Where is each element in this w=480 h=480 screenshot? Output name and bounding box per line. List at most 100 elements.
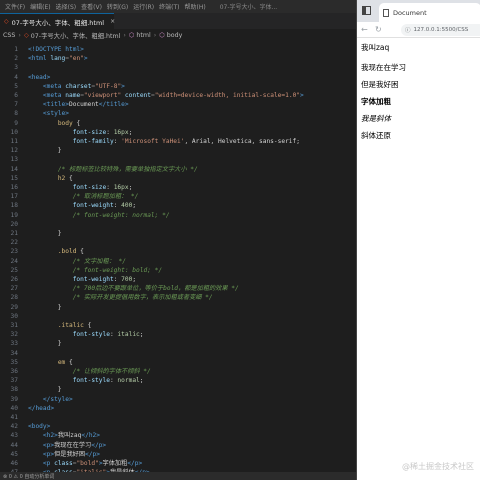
code-token: ; [128, 128, 133, 136]
code-text: } [28, 146, 62, 155]
code-token: font-size [72, 128, 107, 136]
address-bar-row: ← ↻ ⓘ 127.0.0.1:5500/CSS [357, 22, 480, 38]
refresh-icon[interactable]: ↻ [375, 25, 382, 34]
code-line: 28 /* 实际开发更提倡用数字，表示加粗或者变细 */ [0, 293, 356, 302]
code-token: { [76, 248, 84, 256]
code-text: /* 文字加粗： */ [28, 257, 126, 266]
browser-tab[interactable]: Document [379, 3, 480, 22]
code-token: </style> [42, 395, 73, 403]
code-text: } [28, 385, 62, 394]
breadcrumb-folder[interactable]: CSS [3, 32, 15, 39]
code-token: 我叫zaq [57, 432, 82, 440]
line-number: 28 [10, 294, 18, 302]
code-token: 我现在在学习 [54, 441, 92, 449]
code-text: h2 { [28, 174, 73, 183]
code-editor[interactable]: 1 <!DOCTYPE html> 2 <html lang="en"> 3 4 <head… [0, 42, 356, 472]
code-line: 43 <h2>我叫zaq</h2> [0, 431, 356, 440]
code-line: 12 } [0, 146, 356, 155]
line-number: 21 [10, 230, 18, 237]
code-line: 25 /* font-weight: bold; */ [0, 266, 356, 275]
back-icon[interactable]: ← [361, 25, 368, 34]
code-token: : [106, 128, 114, 136]
code-line: 38 } [0, 385, 356, 394]
browser-window: Document ← ↻ ⓘ 127.0.0.1:5500/CSS 我叫zaq 我… [356, 0, 480, 480]
editor-tab-label: 07-字号大小、字体、粗细.html [11, 18, 105, 27]
code-token: charset [61, 82, 92, 90]
code-text: body { [28, 119, 80, 128]
code-text: .italic { [28, 321, 92, 330]
element-icon: ⬡ [128, 32, 135, 39]
line-number: 29 [10, 303, 18, 311]
breadcrumb-file[interactable]: 07-字号大小、字体、粗细.html [31, 31, 121, 40]
code-token: /* 让倾斜的字体不倾斜 */ [72, 368, 151, 375]
menu-item[interactable]: 帮助(H) [184, 2, 205, 11]
rendered-text: 我是斜体 [361, 114, 391, 123]
line-number: 8 [14, 110, 18, 118]
code-token: <style> [42, 110, 69, 118]
menu-item[interactable]: 文件(F) [5, 2, 25, 11]
code-line: 13 [0, 155, 356, 164]
code-token: /* font-weight: normal; */ [72, 211, 170, 219]
menu-item[interactable]: 终端(T) [159, 2, 179, 11]
line-number: 37 [10, 377, 18, 385]
code-line: 27 /* 700后边不要跟单位，等价于bold，都是加粗的效果 */ [0, 284, 356, 293]
code-text: /* 700后边不要跟单位，等价于bold，都是加粗的效果 */ [28, 284, 239, 293]
code-line: 17 /* 取消标题加粗： */ [0, 192, 356, 201]
html-file-icon: ◇ [4, 18, 9, 25]
code-token: ; [132, 202, 137, 210]
code-token: font-weight [72, 276, 114, 283]
code-text: </style> [28, 395, 73, 404]
code-token: : [106, 184, 114, 191]
code-text: <!DOCTYPE html> [28, 45, 84, 54]
menu-item[interactable]: 查看(V) [81, 2, 102, 11]
code-token: <!DOCTYPE html> [28, 46, 84, 53]
url-field[interactable]: ⓘ 127.0.0.1:5500/CSS [401, 24, 480, 36]
menu-item[interactable]: 选择(S) [56, 2, 77, 11]
line-number: 31 [10, 322, 18, 329]
line-number: 16 [10, 184, 18, 191]
chevron-right-icon: › [18, 32, 21, 39]
menu-item[interactable]: 运行(R) [133, 2, 154, 11]
code-token: } [28, 386, 62, 394]
code-token: /* 700后边不要跟单位，等价于bold，都是加粗的效果 */ [72, 285, 239, 293]
menu-item[interactable]: 转到(G) [107, 2, 128, 11]
code-token: ; [139, 377, 144, 385]
code-line: 3 [0, 63, 356, 72]
document-icon [383, 8, 389, 17]
breadcrumb-html[interactable]: html [136, 32, 150, 39]
code-token: <p> [42, 441, 55, 449]
line-number: 27 [10, 285, 18, 293]
sidebar-toggle-icon[interactable] [362, 6, 371, 15]
code-token: <meta [42, 92, 62, 99]
menu-item[interactable]: 编辑(E) [30, 2, 50, 11]
code-line: 18 font-weight: 400; [0, 201, 356, 210]
code-line: 24 /* 文字加粗： */ [0, 257, 356, 266]
code-line: 34 [0, 349, 356, 358]
code-token: /* 文字加粗： */ [72, 257, 126, 265]
code-line: 29 } [0, 303, 356, 312]
code-line: 9 body { [0, 119, 356, 128]
code-text: em { [28, 358, 73, 367]
line-number: 17 [10, 193, 18, 201]
line-number: 6 [14, 92, 18, 99]
close-icon[interactable]: × [110, 18, 115, 25]
code-text: <body> [28, 422, 50, 431]
code-token: } [28, 230, 62, 237]
code-line: 20 [0, 220, 356, 229]
code-text: .bold { [28, 247, 84, 256]
line-number: 11 [10, 138, 18, 145]
breadcrumb-body[interactable]: body [167, 32, 183, 39]
code-text: <h2>我叫zaq</h2> [28, 431, 100, 440]
editor-tab[interactable]: ◇ 07-字号大小、字体、粗细.html × [0, 13, 115, 29]
code-line: 16 font-size: 16px; [0, 183, 356, 192]
